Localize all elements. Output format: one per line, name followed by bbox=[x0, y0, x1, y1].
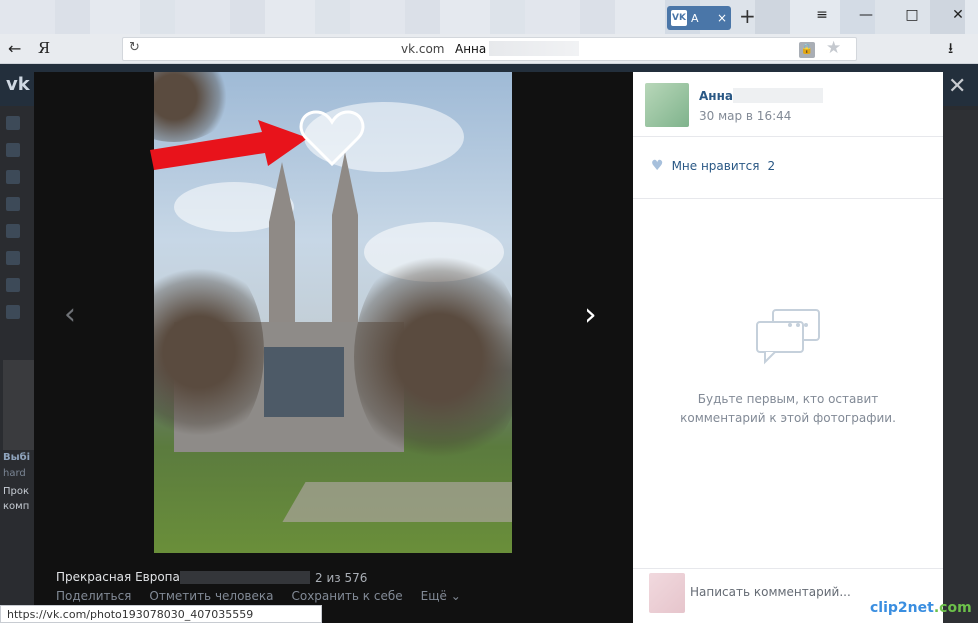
billboard bbox=[264, 347, 344, 417]
like-heart-icon[interactable] bbox=[298, 108, 366, 168]
red-arrow-annotation bbox=[150, 120, 308, 170]
address-bar-row: ← Я ↻ vk.com Анна 🔒 ★ ⭳ bbox=[0, 34, 978, 64]
music-icon[interactable] bbox=[6, 278, 20, 292]
tag-person-link[interactable]: Отметить человека bbox=[149, 589, 273, 603]
bookmark-star-icon[interactable]: ★ bbox=[826, 38, 841, 58]
author-avatar[interactable] bbox=[645, 83, 689, 127]
groups-icon[interactable] bbox=[6, 224, 20, 238]
no-comments-line2: комментарий к этой фотографии. bbox=[680, 411, 896, 425]
blurred-author-surname bbox=[733, 88, 823, 103]
heart-icon: ♥ bbox=[651, 158, 664, 174]
vk-left-menu bbox=[0, 116, 34, 332]
left-ad-sub: hard bbox=[3, 468, 26, 479]
park-path bbox=[282, 482, 512, 522]
current-user-avatar bbox=[649, 573, 685, 613]
no-comments-line1: Будьте первым, кто оставит bbox=[697, 392, 879, 406]
download-icon[interactable]: ⭳ bbox=[948, 38, 953, 63]
like-label: Мне нравится bbox=[671, 159, 760, 173]
like-button[interactable]: ♥ Мне нравится 2 bbox=[651, 158, 775, 174]
watermark-brand: clip2net bbox=[870, 600, 934, 616]
watermark-suffix: .com bbox=[933, 600, 972, 616]
divider bbox=[633, 198, 943, 199]
save-to-me-link[interactable]: Сохранить к себе bbox=[291, 589, 402, 603]
url-field[interactable]: ↻ vk.com Анна 🔒 ★ bbox=[122, 37, 857, 61]
home-icon[interactable] bbox=[6, 116, 20, 130]
divider bbox=[633, 568, 943, 569]
window-close-button[interactable]: ✕ bbox=[948, 7, 968, 23]
photos-icon[interactable] bbox=[6, 251, 20, 265]
friends-icon[interactable] bbox=[6, 197, 20, 211]
vk-favicon-icon: VK bbox=[671, 10, 687, 26]
videos-icon[interactable] bbox=[6, 305, 20, 319]
lock-icon[interactable]: 🔒 bbox=[799, 42, 815, 58]
viewer-close-icon[interactable]: ✕ bbox=[948, 74, 966, 99]
comment-input[interactable]: Написать комментарий... bbox=[690, 585, 851, 599]
author-name[interactable]: Анна bbox=[699, 89, 733, 103]
active-tab[interactable]: VK А × bbox=[667, 6, 731, 30]
photo-info-panel: Анна 30 мар в 16:44 ♥ Мне нравится 2 Буд… bbox=[633, 72, 943, 623]
previous-photo-arrow-icon[interactable]: ‹ bbox=[64, 297, 76, 332]
no-comments-message: Будьте первым, кто оставит комментарий к… bbox=[633, 390, 943, 428]
maximize-button[interactable]: □ bbox=[902, 7, 922, 23]
like-count: 2 bbox=[767, 159, 776, 173]
reload-icon[interactable]: ↻ bbox=[129, 40, 140, 55]
yandex-logo[interactable]: Я bbox=[38, 39, 50, 57]
comments-bubble-icon bbox=[756, 309, 820, 365]
tab-close-icon[interactable]: × bbox=[717, 11, 727, 25]
url-page-title: Анна bbox=[455, 42, 487, 56]
status-bar-url: https://vk.com/photo193078030_407035559 bbox=[0, 605, 322, 623]
news-icon[interactable] bbox=[6, 143, 20, 157]
blurred-surname bbox=[489, 41, 579, 56]
vk-logo[interactable]: vk bbox=[6, 74, 30, 95]
left-ad-title: Выбі bbox=[3, 452, 31, 463]
photo-counter: 2 из 576 bbox=[315, 571, 368, 585]
minimize-button[interactable]: — bbox=[856, 7, 876, 23]
more-menu-link[interactable]: Ещё ⌄ bbox=[421, 589, 461, 603]
tab-title: А bbox=[691, 11, 699, 25]
right-page-edge bbox=[943, 110, 978, 623]
messages-icon[interactable] bbox=[6, 170, 20, 184]
post-date[interactable]: 30 мар в 16:44 bbox=[699, 109, 791, 123]
next-photo-arrow-icon[interactable]: › bbox=[584, 295, 597, 333]
photo-actions: Поделиться Отметить человека Сохранить к… bbox=[56, 589, 461, 603]
clip2net-watermark: clip2net.com bbox=[870, 600, 972, 616]
album-title[interactable]: Прекрасная Европа bbox=[56, 570, 180, 584]
divider bbox=[633, 136, 943, 137]
tree bbox=[354, 242, 512, 472]
back-arrow-icon[interactable]: ← bbox=[8, 39, 21, 58]
browser-menu-icon[interactable]: ≡ bbox=[812, 7, 832, 23]
blurred-tabs bbox=[0, 0, 660, 34]
url-domain: vk.com bbox=[401, 42, 445, 56]
left-ad-card bbox=[3, 360, 34, 450]
left-ad-text2: комп bbox=[3, 501, 30, 512]
new-tab-button[interactable]: + bbox=[739, 5, 756, 27]
left-ad-text1: Прок bbox=[3, 486, 30, 497]
blurred-album-info bbox=[180, 571, 310, 584]
share-link[interactable]: Поделиться bbox=[56, 589, 131, 603]
